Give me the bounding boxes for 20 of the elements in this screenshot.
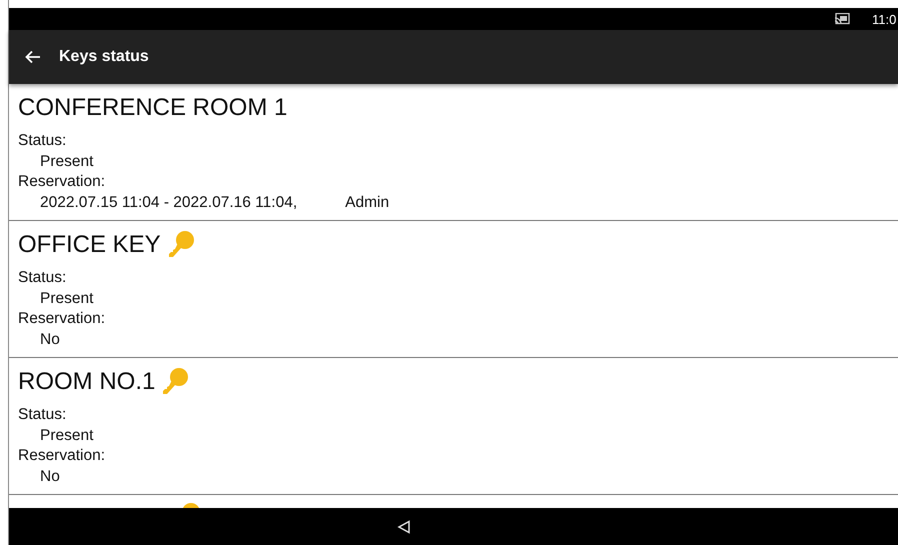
cast-icon bbox=[834, 13, 850, 25]
key-name: OFFICE KEY bbox=[18, 231, 161, 259]
reservation-label: Reservation: bbox=[18, 172, 106, 192]
reservation-value: No bbox=[40, 330, 60, 350]
reservation-value: 2022.07.15 11:04 - 2022.07.16 11:04, bbox=[40, 192, 298, 212]
status-value: Present bbox=[40, 426, 94, 446]
clock-time: 11:0 bbox=[872, 12, 898, 26]
reservation-label: Reservation: bbox=[18, 309, 106, 329]
key-name: CONFERENCE ROOM 1 bbox=[18, 94, 288, 122]
back-nav-button[interactable] bbox=[396, 520, 410, 534]
key-name: ROOM NO.1 bbox=[18, 368, 156, 396]
screen-title: Keys status bbox=[59, 48, 149, 66]
status-label: Status: bbox=[18, 405, 68, 425]
status-label: Status: bbox=[18, 268, 68, 288]
reservation-value: No bbox=[40, 466, 60, 486]
reserved-by: Admin bbox=[345, 192, 390, 212]
reservation-label: Reservation: bbox=[18, 446, 106, 466]
status-value: Present bbox=[40, 152, 94, 172]
status-label: Status: bbox=[18, 131, 68, 151]
status-value: Present bbox=[40, 288, 94, 308]
